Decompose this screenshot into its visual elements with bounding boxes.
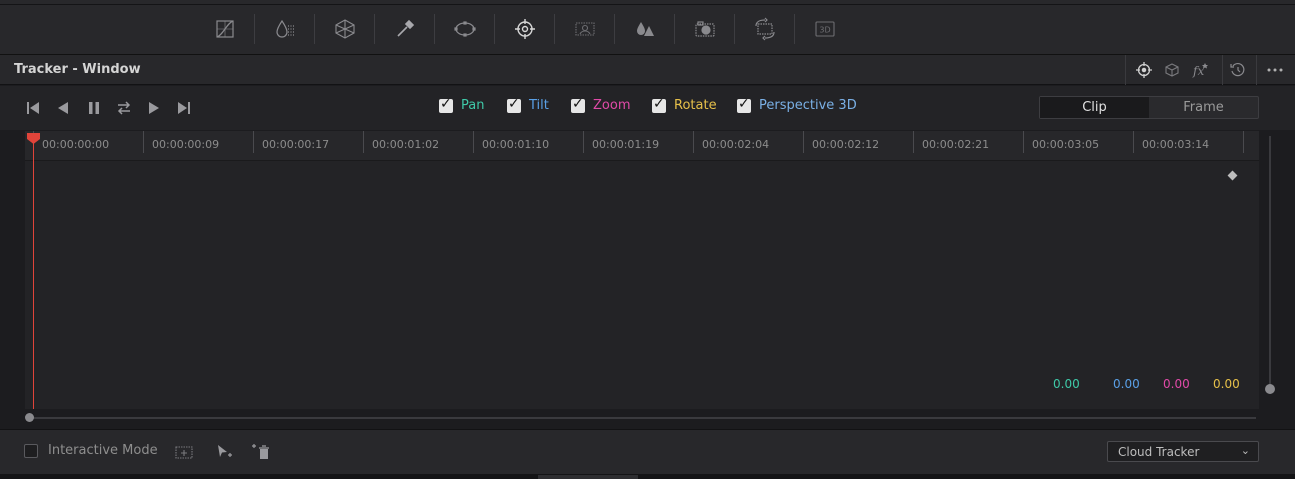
zoom-label: Zoom <box>593 98 631 113</box>
timecode-label: 00:00:01:10 <box>482 138 550 151</box>
tracker-type-dropdown[interactable]: Cloud Tracker ⌄ <box>1107 441 1259 462</box>
pan-checkbox[interactable]: Pan <box>439 96 485 113</box>
stabilizer-icon[interactable] <box>1158 57 1186 83</box>
window-icon[interactable] <box>448 14 482 44</box>
qualifier-icon[interactable] <box>268 14 302 44</box>
timecode-label: 00:00:02:21 <box>922 138 990 151</box>
zoom-value: 0.00 <box>1163 377 1190 391</box>
vertical-zoom-handle[interactable] <box>1265 384 1275 394</box>
tilt-checkbox[interactable]: Tilt <box>507 96 549 113</box>
perspective-3d-check-icon[interactable] <box>737 96 751 113</box>
timecode-label: 00:00:03:05 <box>1032 138 1100 151</box>
pause-icon[interactable] <box>83 97 105 119</box>
timecode-label: 00:00:00:00 <box>42 138 110 151</box>
pan-label: Pan <box>461 98 485 113</box>
rotate-check-icon[interactable] <box>652 96 666 113</box>
timecode-label: 00:00:02:12 <box>812 138 880 151</box>
tracker-panel: 3D Tracker - Window fx ✓ Pan ✓ Tilt ✓ Zo… <box>0 0 1295 479</box>
clip-frame-toggle: Clip Frame <box>1039 96 1259 119</box>
zoom-check-icon[interactable] <box>571 96 585 113</box>
svg-text:3D: 3D <box>819 26 830 35</box>
perspective-3d-checkbox[interactable]: Perspective 3D <box>737 96 857 113</box>
keyframe-marker[interactable] <box>1227 170 1238 181</box>
color-warper-icon[interactable] <box>328 14 362 44</box>
timeline-ruler[interactable]: 00:00:00:00 00:00:00:09 00:00:00:17 00:0… <box>25 131 1259 161</box>
timecode-label: 00:00:03:14 <box>1142 138 1210 151</box>
rotate-value: 0.00 <box>1213 377 1240 391</box>
palette-toolbar: 3D <box>0 0 1295 55</box>
horizontal-zoom-track[interactable] <box>30 417 1256 419</box>
rotate-checkbox[interactable]: Rotate <box>652 96 717 113</box>
perspective-3d-label: Perspective 3D <box>759 98 857 113</box>
timecode-label: 00:00:01:02 <box>372 138 440 151</box>
rotate-label: Rotate <box>674 98 717 113</box>
track-forward-icon[interactable] <box>143 97 165 119</box>
clip-mode-button[interactable]: Clip <box>1040 97 1149 118</box>
chevron-down-icon: ⌄ <box>1240 444 1250 457</box>
tilt-check-icon[interactable] <box>507 96 521 113</box>
interactive-mode-checkbox[interactable] <box>24 444 38 458</box>
blur-icon[interactable] <box>628 14 662 44</box>
vertical-zoom-track[interactable] <box>1269 136 1271 392</box>
pan-check-icon[interactable] <box>439 96 453 113</box>
more-options-icon[interactable] <box>1261 57 1289 83</box>
picker-icon[interactable] <box>388 14 422 44</box>
delete-points-icon[interactable] <box>249 441 273 463</box>
timecode-label: 00:00:00:09 <box>152 138 220 151</box>
timecode-label: 00:00:02:04 <box>702 138 770 151</box>
resize-handle[interactable] <box>538 475 638 479</box>
svg-text:fx: fx <box>1192 64 1204 78</box>
bottom-edge <box>0 474 1295 479</box>
insert-feature-points-icon[interactable] <box>172 441 196 463</box>
tilt-label: Tilt <box>529 98 549 113</box>
magic-mask-icon[interactable] <box>568 14 602 44</box>
sizing-icon[interactable] <box>748 14 782 44</box>
track-to-start-icon[interactable] <box>22 97 44 119</box>
frame-mode-button[interactable]: Frame <box>1149 97 1258 118</box>
reset-icon[interactable] <box>1224 57 1252 83</box>
track-to-end-icon[interactable] <box>173 97 195 119</box>
track-reverse-icon[interactable] <box>52 97 74 119</box>
tracker-icon[interactable] <box>508 14 542 44</box>
panel-footer: Interactive Mode Cloud Tracker ⌄ <box>0 429 1295 474</box>
tilt-value: 0.00 <box>1113 377 1140 391</box>
tracker-controls: Pan Tilt Zoom Rotate Perspective 3D Clip… <box>0 86 1295 130</box>
interactive-mode-label: Interactive Mode <box>48 443 158 458</box>
panel-title: Tracker - Window <box>14 62 141 77</box>
pan-value: 0.00 <box>1053 377 1080 391</box>
playhead-line[interactable] <box>33 137 34 409</box>
key-icon[interactable] <box>688 14 722 44</box>
horizontal-zoom-handle[interactable] <box>25 413 34 422</box>
fx-icon[interactable]: fx <box>1186 57 1214 83</box>
timecode-label: 00:00:01:19 <box>592 138 660 151</box>
3d-icon[interactable]: 3D <box>808 14 842 44</box>
curves-icon[interactable] <box>208 14 242 44</box>
zoom-checkbox[interactable]: Zoom <box>571 96 631 113</box>
tracking-graph[interactable]: 00:00:00:00 00:00:00:09 00:00:00:17 00:0… <box>25 131 1259 409</box>
timecode-label: 00:00:00:17 <box>262 138 330 151</box>
panel-header: Tracker - Window fx <box>0 55 1295 85</box>
tracker-type-value: Cloud Tracker <box>1118 445 1200 459</box>
tracker-crosshair-icon[interactable] <box>1130 57 1158 83</box>
track-both-directions-icon[interactable] <box>113 97 135 119</box>
set-point-icon[interactable] <box>211 441 235 463</box>
